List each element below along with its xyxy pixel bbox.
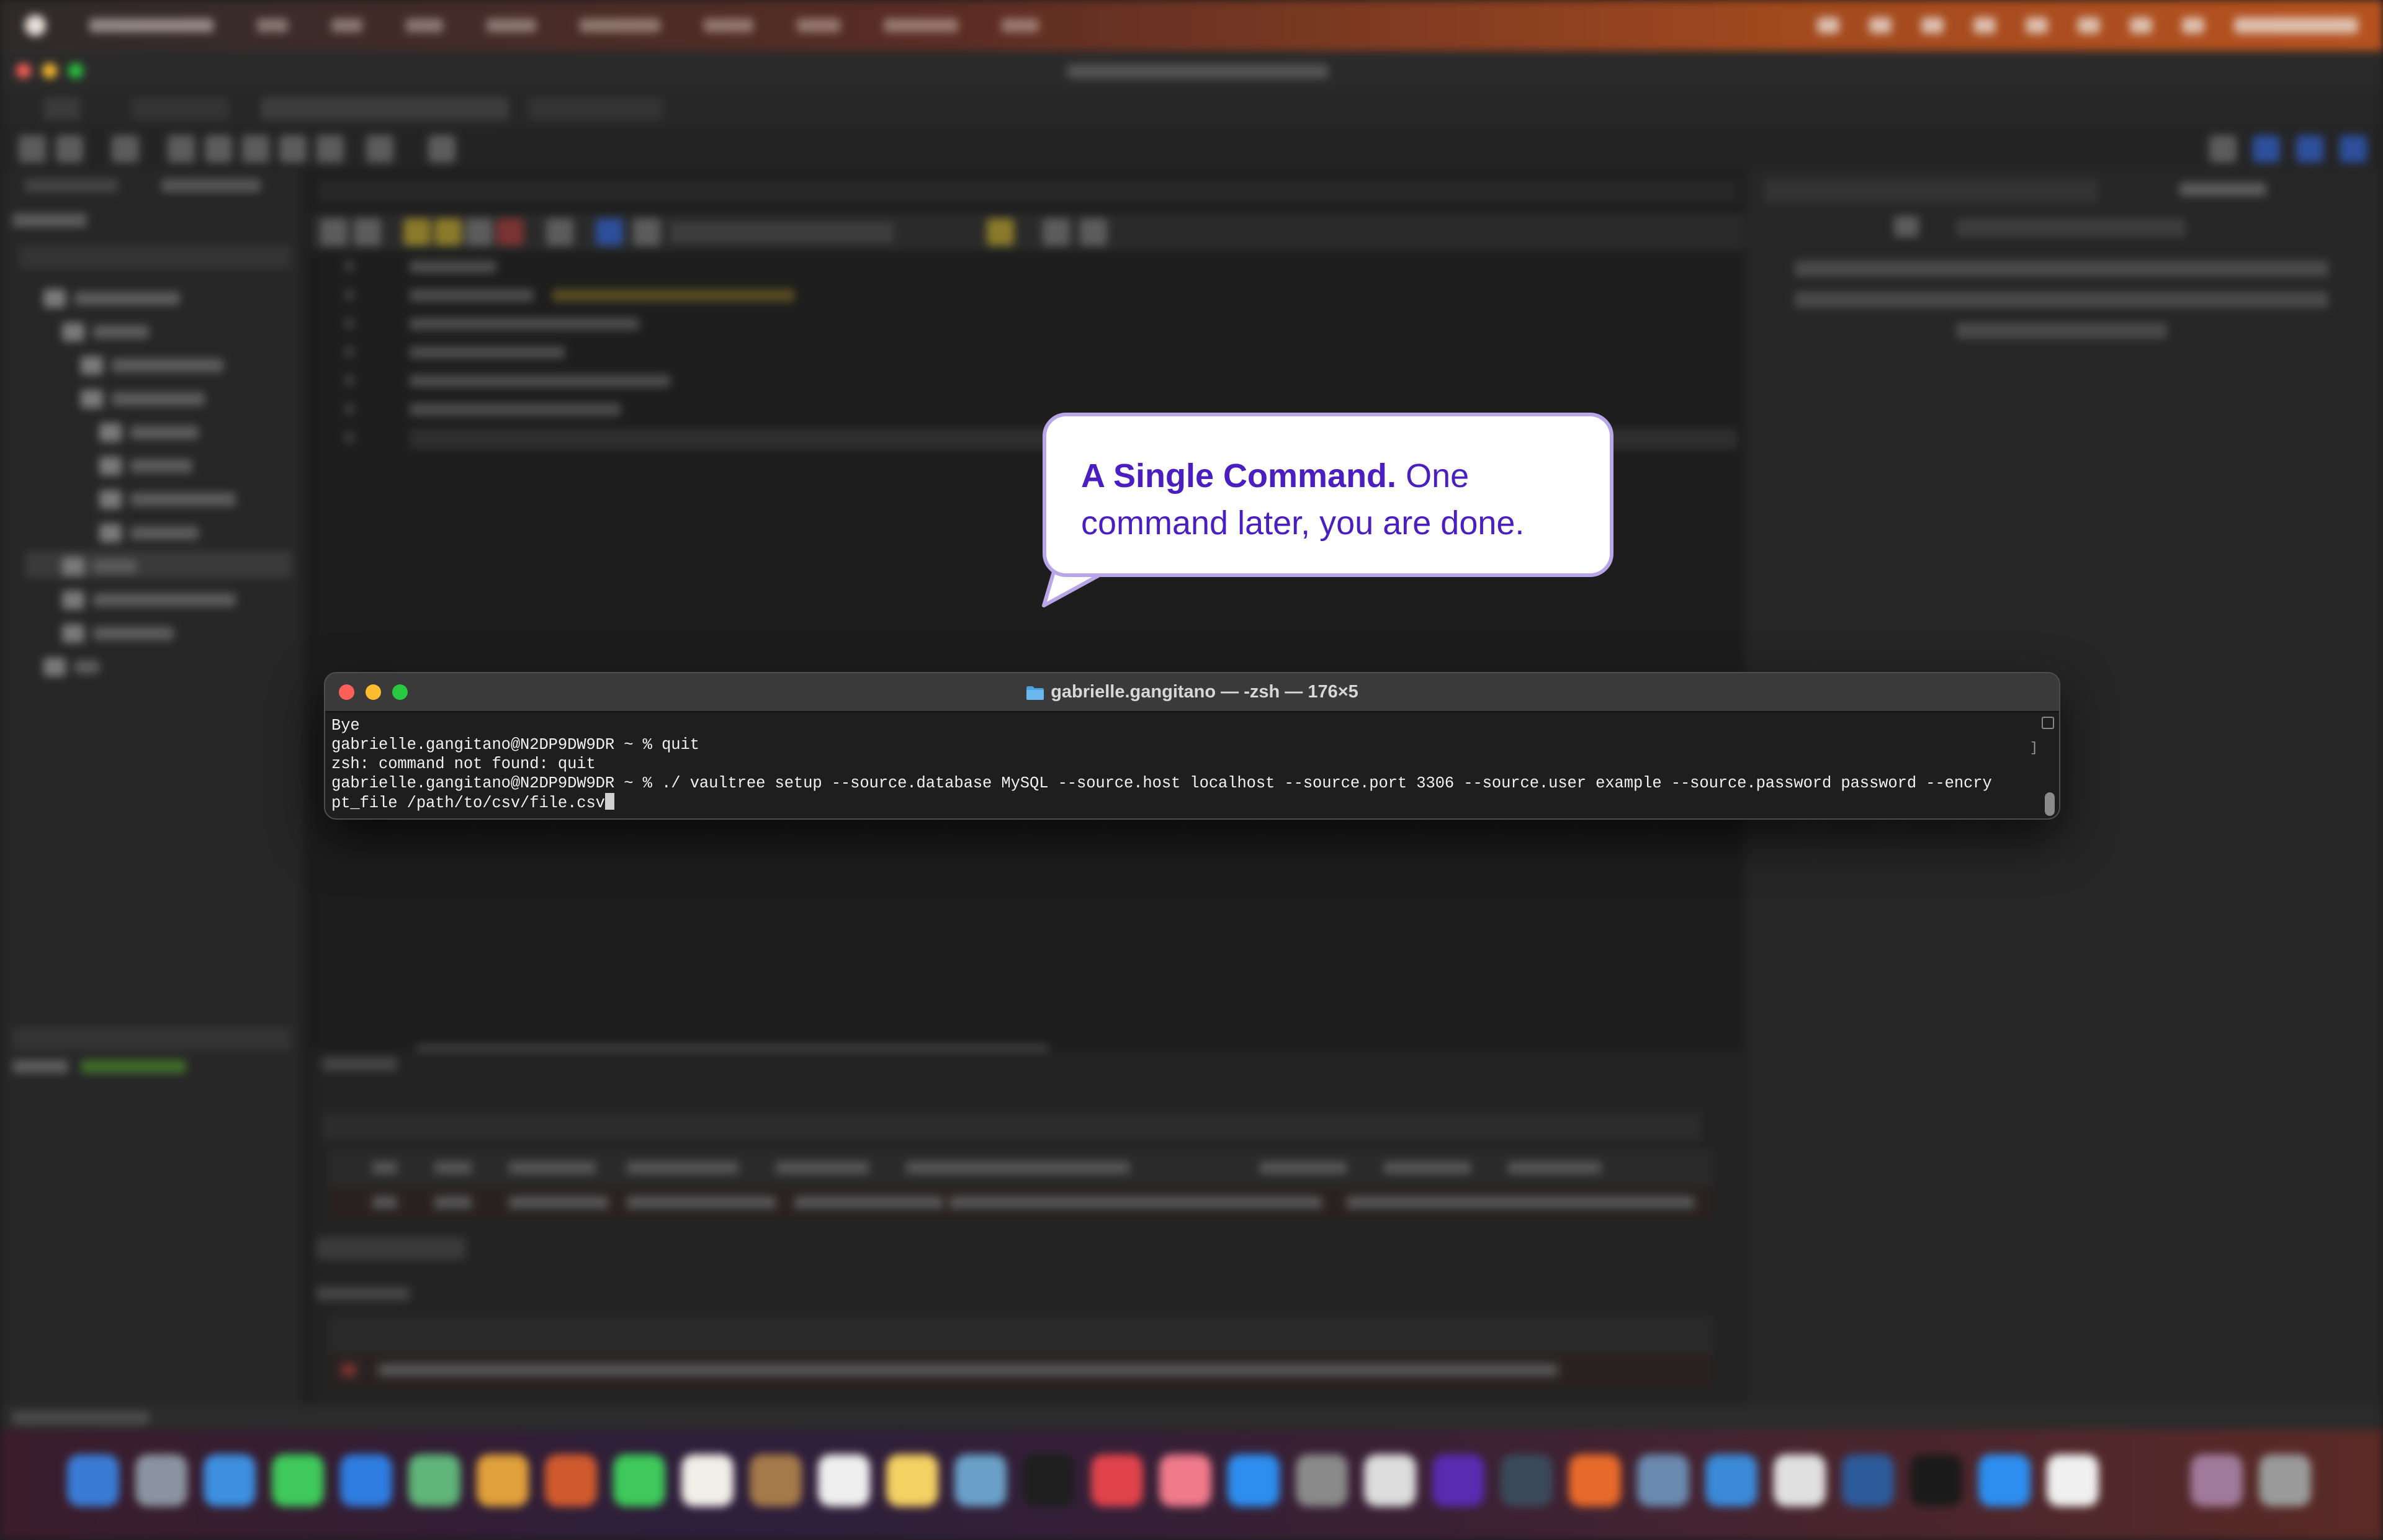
callout-text: A Single Command. One command later, you… — [1081, 452, 1575, 547]
connection-tabs — [0, 89, 2383, 127]
menu-placeholder — [406, 19, 443, 32]
terminal-line: gabrielle.gangitano@N2DP9DW9DR ~ % ./ va… — [331, 774, 1992, 792]
sql-editor — [310, 170, 1744, 1051]
callout-body-line2: command later, you are done. — [1081, 504, 1525, 542]
schema-sidebar — [0, 170, 305, 1405]
terminal-line: Bye — [331, 717, 360, 735]
menu-placeholder — [257, 19, 288, 32]
menu-placeholder — [487, 19, 536, 32]
split-view-icon[interactable] — [2042, 717, 2054, 729]
terminal-line: gabrielle.gangitano@N2DP9DW9DR ~ % quit — [331, 736, 699, 754]
speech-callout: A Single Command. One command later, you… — [1043, 413, 1613, 577]
menu-placeholder — [89, 19, 213, 32]
terminal-output[interactable]: Bye gabrielle.gangitano@N2DP9DW9DR ~ % qu… — [331, 716, 2034, 813]
terminal-line: zsh: command not found: quit — [331, 755, 596, 773]
terminal-input-line[interactable]: pt_file /path/to/csv/file.csv — [331, 793, 2034, 813]
status-area — [1817, 0, 2358, 51]
menu-placeholder — [797, 19, 840, 32]
text-cursor — [604, 793, 614, 810]
terminal-window[interactable]: gabrielle.gangitano — -zsh — 176×5 Bye ga… — [324, 672, 2060, 820]
scrollbar-thumb[interactable] — [2045, 792, 2055, 816]
menu-placeholder — [580, 19, 660, 32]
dock — [0, 1430, 2383, 1540]
status-bar — [0, 1405, 2383, 1430]
apple-menu-icon — [25, 15, 46, 36]
menu-placeholder — [1002, 19, 1039, 32]
app-titlebar — [0, 51, 2383, 91]
terminal-title: gabrielle.gangitano — -zsh — 176×5 — [325, 682, 2059, 702]
callout-title: A Single Command. — [1081, 457, 1397, 495]
results-area — [310, 1051, 1744, 1405]
mark-bracket: ] — [2029, 740, 2038, 756]
terminal-line: pt_file /path/to/csv/file.csv — [331, 794, 605, 812]
menu-placeholder — [331, 19, 362, 32]
menu-placeholder — [704, 19, 753, 32]
folder-icon — [1026, 685, 1044, 700]
main-toolbar — [0, 127, 2383, 170]
menu-placeholder — [884, 19, 958, 32]
terminal-titlebar[interactable]: gabrielle.gangitano — -zsh — 176×5 — [325, 673, 2059, 712]
menu-bar — [0, 0, 2383, 51]
terminal-title-text: gabrielle.gangitano — -zsh — 176×5 — [1051, 682, 1358, 702]
callout-body-line1: One — [1406, 457, 1470, 495]
